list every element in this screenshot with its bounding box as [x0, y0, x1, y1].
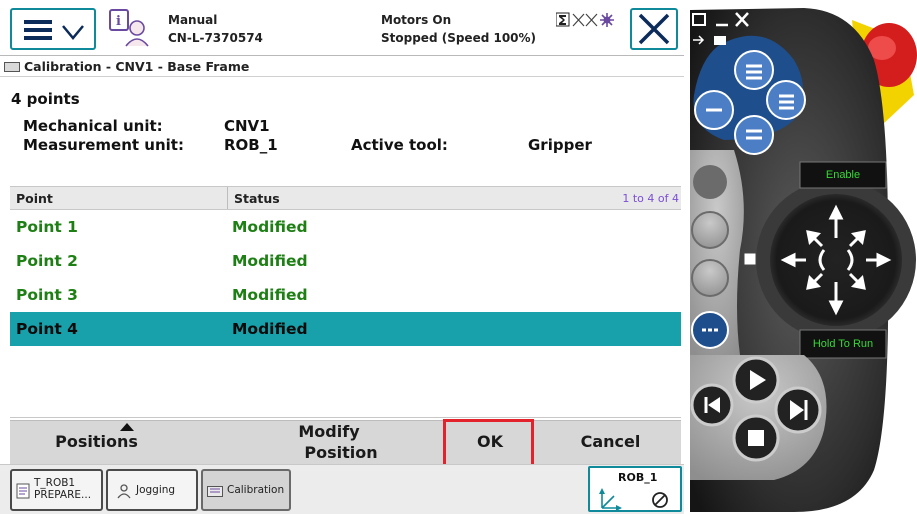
run-state: Stopped (Speed 100%) — [381, 31, 537, 45]
cancel-button[interactable]: Cancel — [540, 421, 681, 465]
taskbar: T_ROB1 PREPARE... Jogging Calibration — [0, 464, 684, 514]
hamburger-icon — [24, 20, 52, 40]
window-title: Calibration - CNV1 - Base Frame — [24, 59, 250, 74]
calibration-app-icon — [4, 62, 20, 72]
pendant-hardware: Enable Hold To Run — [684, 0, 917, 514]
column-header-status[interactable]: Status — [234, 191, 280, 206]
positions-label: Positions — [55, 432, 138, 451]
close-icon — [638, 13, 670, 45]
meas-unit-label: Measurement unit: — [23, 136, 184, 154]
mode-text: Manual — [168, 13, 218, 27]
status-bar: i Manual CN-L-7370574 Motors On Stopped … — [0, 0, 684, 56]
command-bar: Positions Modify Position OK Cancel — [10, 420, 681, 464]
abb-menu-button[interactable] — [10, 8, 96, 50]
event-log-icon[interactable]: i — [108, 8, 154, 48]
chevron-down-icon — [62, 25, 84, 40]
program-editor-icon — [16, 483, 30, 499]
task-calibration[interactable]: Calibration — [201, 469, 291, 511]
modify-position-button[interactable]: Modify Position — [226, 421, 440, 465]
table-row[interactable]: Point 1 Modified — [10, 210, 681, 244]
enable-device-label[interactable]: Enable — [800, 169, 886, 181]
coordinate-system-icon — [599, 488, 668, 510]
point-status: Modified — [232, 286, 308, 304]
triangle-up-icon — [120, 423, 134, 431]
meas-unit-value: ROB_1 — [224, 136, 278, 154]
point-name: Point 3 — [16, 286, 78, 304]
point-status: Modified — [232, 252, 308, 270]
flexpendant-screen: i Manual CN-L-7370574 Motors On Stopped … — [0, 0, 684, 514]
point-name: Point 1 — [16, 218, 78, 236]
task-program-editor[interactable]: T_ROB1 PREPARE... — [10, 469, 103, 511]
table-row-selected[interactable]: Point 4 Modified — [10, 312, 681, 346]
controller-state: Motors On Stopped (Speed 100%) — [381, 11, 536, 47]
positions-button[interactable]: Positions — [10, 421, 223, 465]
pendant-body — [690, 8, 917, 512]
calibration-label: Calibration — [227, 484, 285, 496]
task1-line2: PREPARE... — [34, 489, 92, 501]
close-button[interactable] — [630, 8, 678, 50]
modify-label-line2: Position — [304, 443, 378, 462]
modify-label-line1: Modify — [298, 422, 360, 441]
rob-label: ROB_1 — [618, 471, 658, 484]
hold-to-run-label[interactable]: Hold To Run — [800, 338, 886, 350]
mech-unit-label: Mechanical unit: — [23, 117, 163, 135]
table-row[interactable]: Point 2 Modified — [10, 244, 681, 278]
point-status: Modified — [232, 320, 308, 338]
calibration-info: 4 points Mechanical unit: CNV1 Measureme… — [0, 78, 684, 183]
controller-name: CN-L-7370574 — [168, 31, 263, 45]
row-range: 1 to 4 of 4 — [622, 192, 679, 205]
point-status: Modified — [232, 218, 308, 236]
jogging-label: Jogging — [136, 484, 176, 496]
task-jogging[interactable]: Jogging — [106, 469, 198, 511]
window-controls — [692, 12, 749, 45]
point-name: Point 4 — [16, 320, 78, 338]
column-divider — [227, 187, 228, 209]
quickset-icon[interactable] — [556, 12, 616, 28]
svg-text:i: i — [116, 14, 121, 29]
active-tool-value: Gripper — [528, 136, 592, 154]
motors-state: Motors On — [381, 13, 452, 27]
points-table-header: Point Status 1 to 4 of 4 — [10, 186, 681, 210]
operating-mode: Manual CN-L-7370574 — [168, 11, 263, 47]
cancel-label: Cancel — [580, 432, 641, 451]
point-name: Point 2 — [16, 252, 78, 270]
jogging-icon — [117, 484, 131, 499]
calibration-icon — [207, 486, 223, 497]
table-row[interactable]: Point 3 Modified — [10, 278, 681, 312]
window-title-bar: Calibration - CNV1 - Base Frame — [0, 57, 684, 77]
active-tool-label: Active tool: — [351, 136, 448, 154]
quickset-rob1-button[interactable]: ROB_1 — [588, 466, 682, 512]
points-count: 4 points — [11, 90, 80, 108]
task1-line1: T_ROB1 — [34, 477, 76, 489]
column-header-point[interactable]: Point — [16, 191, 53, 206]
mech-unit-value: CNV1 — [224, 117, 270, 135]
ok-highlight-box — [443, 419, 534, 467]
points-table: Point 1 Modified Point 2 Modified Point … — [10, 210, 681, 418]
